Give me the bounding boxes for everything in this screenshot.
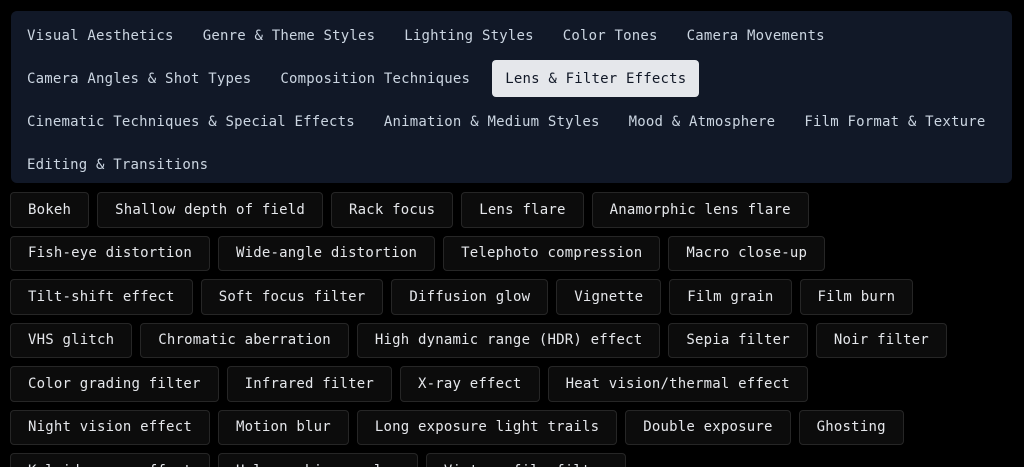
chip-holographic-overlay[interactable]: Holographic overlay [217,453,418,467]
tab-visual-aesthetics[interactable]: Visual Aesthetics [14,17,190,54]
chip-color-grading-filter[interactable]: Color grading filter [10,366,219,402]
chip-infrared-filter[interactable]: Infrared filter [226,366,393,402]
chip-fish-eye-distortion[interactable]: Fish-eye distortion [10,235,210,271]
chip-macro-close-up[interactable]: Macro close-up [668,235,826,271]
tab-genre-and-theme-styles[interactable]: Genre & Theme Styles [190,17,392,54]
tab-animation-and-medium-styles[interactable]: Animation & Medium Styles [371,103,616,140]
tab-mood-and-atmosphere[interactable]: Mood & Atmosphere [616,103,792,140]
chip-anamorphic-lens-flare[interactable]: Anamorphic lens flare [591,192,809,228]
chip-motion-blur[interactable]: Motion blur [217,409,349,445]
chip-sepia-filter[interactable]: Sepia filter [668,322,808,358]
tab-composition-techniques[interactable]: Composition Techniques [267,60,486,97]
chip-heat-vision-thermal-effect[interactable]: Heat vision/thermal effect [547,366,808,402]
chip-shallow-depth-of-field[interactable]: Shallow depth of field [97,192,323,228]
chip-x-ray-effect[interactable]: X-ray effect [400,366,540,402]
category-tab-bar: Visual Aesthetics Genre & Theme Styles Lig… [11,11,1012,183]
chip-diffusion-glow[interactable]: Diffusion glow [391,279,549,315]
chip-high-dynamic-range-hdr-effect[interactable]: High dynamic range (HDR) effect [356,322,661,358]
chip-vignette[interactable]: Vignette [556,279,662,315]
chip-soft-focus-filter[interactable]: Soft focus filter [200,279,384,315]
chip-kaleidoscope-effect[interactable]: Kaleidoscope effect [10,453,210,467]
tab-lighting-styles[interactable]: Lighting Styles [391,17,549,54]
chip-chromatic-aberration[interactable]: Chromatic aberration [140,322,349,358]
tab-editing-and-transitions[interactable]: Editing & Transitions [14,146,224,183]
tab-film-format-and-texture[interactable]: Film Format & Texture [791,103,1001,140]
tab-camera-movements[interactable]: Camera Movements [674,17,841,54]
chip-bokeh[interactable]: Bokeh [10,192,90,228]
tab-cinematic-techniques-and-special-effects[interactable]: Cinematic Techniques & Special Effects [14,103,371,140]
chip-film-burn[interactable]: Film burn [799,279,914,315]
chip-wide-angle-distortion[interactable]: Wide-angle distortion [217,235,436,271]
tab-color-tones[interactable]: Color Tones [550,17,674,54]
chip-film-grain[interactable]: Film grain [669,279,792,315]
chip-lens-flare[interactable]: Lens flare [461,192,584,228]
chip-rack-focus[interactable]: Rack focus [331,192,454,228]
chip-long-exposure-light-trails[interactable]: Long exposure light trails [356,409,618,445]
tab-lens-and-filter-effects[interactable]: Lens & Filter Effects [492,60,700,97]
chip-noir-filter[interactable]: Noir filter [815,322,947,358]
chip-vintage-film-filter[interactable]: Vintage film filter [425,453,626,467]
chip-vhs-glitch[interactable]: VHS glitch [10,322,133,358]
chip-telephoto-compression[interactable]: Telephoto compression [443,235,661,271]
tab-camera-angles-and-shot-types[interactable]: Camera Angles & Shot Types [14,60,267,97]
chip-ghosting[interactable]: Ghosting [798,409,904,445]
chip-double-exposure[interactable]: Double exposure [625,409,791,445]
effect-chip-list: Bokeh Shallow depth of field Rack focus Len… [10,192,1014,467]
chip-night-vision-effect[interactable]: Night vision effect [10,409,210,445]
style-picker: Visual Aesthetics Genre & Theme Styles Lig… [0,0,1024,467]
chip-tilt-shift-effect[interactable]: Tilt-shift effect [10,279,193,315]
